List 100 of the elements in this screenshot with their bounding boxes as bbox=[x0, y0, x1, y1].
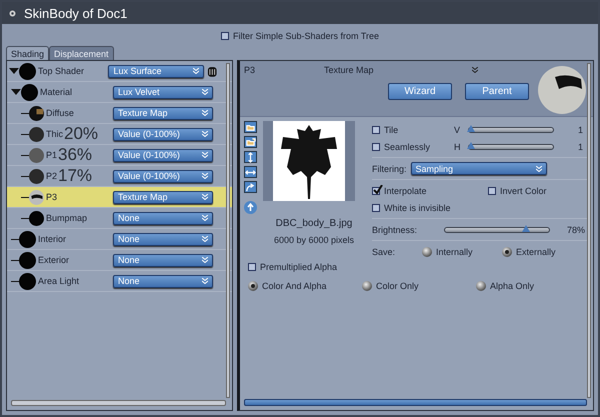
shader-dropdown[interactable]: Value (0-100%) bbox=[113, 170, 213, 182]
tiling-label: Seamlessly bbox=[384, 142, 432, 152]
save-radio[interactable] bbox=[502, 246, 512, 256]
channel-label: Color And Alpha bbox=[262, 280, 327, 290]
shader-row[interactable]: P1 36% Value (0-100%) bbox=[7, 145, 232, 166]
image-tool-icon[interactable] bbox=[244, 121, 257, 133]
value-overlay: 36% bbox=[58, 145, 92, 165]
option-label: Invert Color bbox=[500, 186, 547, 196]
window-title: SkinBody of Doc1 bbox=[24, 6, 128, 20]
shader-label: Material bbox=[40, 87, 72, 97]
save-radio[interactable] bbox=[422, 246, 432, 256]
tiling-value: 1 bbox=[578, 142, 583, 152]
shader-dropdown[interactable]: None bbox=[113, 212, 213, 224]
value-overlay: 20% bbox=[64, 124, 98, 144]
channel-radio[interactable] bbox=[476, 280, 486, 290]
chevron-down-icon bbox=[193, 68, 200, 74]
tab[interactable]: Shading bbox=[6, 46, 50, 60]
shader-row[interactable]: Bumpmap None bbox=[7, 208, 232, 229]
trash-icon[interactable] bbox=[207, 65, 218, 77]
filtering-dropdown[interactable]: Sampling bbox=[410, 162, 547, 175]
channel-label: Alpha Only bbox=[490, 280, 534, 290]
vertical-scrollbar[interactable] bbox=[226, 63, 230, 398]
tiling-label: Tile bbox=[384, 124, 400, 134]
chevron-down-icon bbox=[202, 236, 208, 242]
filter-checkbox[interactable] bbox=[220, 32, 229, 40]
arrow-up-icon[interactable] bbox=[244, 201, 257, 214]
shader-label: Diffuse bbox=[46, 108, 74, 118]
shader-sphere-icon bbox=[19, 230, 36, 248]
image-tool-icon[interactable] bbox=[244, 151, 257, 163]
shader-row[interactable]: Area Light None bbox=[7, 271, 232, 292]
shader-dropdown[interactable]: Texture Map bbox=[113, 190, 213, 204]
shader-label: P2 bbox=[46, 171, 58, 181]
image-filename: DBC_body_B.jpg bbox=[274, 218, 352, 229]
tab[interactable]: Displacement bbox=[49, 46, 114, 60]
axis-label: H bbox=[454, 142, 462, 152]
image-tool-icon[interactable] bbox=[244, 181, 257, 193]
vertical-scrollbar[interactable] bbox=[587, 63, 591, 398]
horizontal-scrollbar[interactable] bbox=[11, 400, 226, 406]
premultiplied-label: Premultiplied Alpha bbox=[260, 262, 338, 272]
shader-row[interactable]: Diffuse Texture Map bbox=[7, 103, 232, 124]
shader-sphere-icon bbox=[21, 84, 38, 100]
slider-thumb[interactable] bbox=[466, 142, 475, 148]
shader-dropdown[interactable]: Texture Map bbox=[113, 106, 213, 120]
shader-name: P3 bbox=[244, 65, 256, 75]
shader-label: Bumpmap bbox=[46, 213, 88, 223]
header-button[interactable]: Parent bbox=[465, 83, 529, 100]
option-checkbox[interactable] bbox=[372, 186, 380, 194]
horizontal-scrollbar[interactable] bbox=[244, 399, 587, 406]
shader-row[interactable]: Thic20% Value (0-100%) bbox=[7, 124, 232, 145]
axis-label: V bbox=[454, 124, 462, 134]
shader-dropdown[interactable]: Lux Surface bbox=[108, 64, 204, 78]
shader-dropdown[interactable]: Value (0-100%) bbox=[113, 148, 213, 162]
window-menu-icon[interactable] bbox=[9, 10, 16, 16]
shader-row[interactable]: Top Shader Lux Surface bbox=[7, 61, 232, 82]
option-checkbox[interactable] bbox=[488, 186, 496, 194]
chevron-down-icon bbox=[202, 173, 208, 179]
shader-sphere-icon bbox=[19, 272, 36, 290]
shader-row[interactable]: Material Lux Velvet bbox=[7, 82, 232, 103]
channel-radio[interactable] bbox=[362, 280, 372, 290]
header-button[interactable]: Wizard bbox=[388, 83, 452, 100]
chevron-down-icon bbox=[536, 166, 542, 172]
chevron-down-icon[interactable] bbox=[472, 67, 478, 73]
chevron-down-icon bbox=[202, 89, 208, 95]
image-tool-icon[interactable] bbox=[244, 136, 257, 148]
shader-sphere-icon bbox=[29, 210, 44, 226]
tiling-value: 1 bbox=[578, 124, 583, 134]
save-option-label: Externally bbox=[516, 246, 557, 256]
save-label: Save: bbox=[372, 246, 396, 256]
shader-sphere-icon bbox=[19, 252, 36, 268]
brightness-slider[interactable] bbox=[444, 226, 550, 232]
tiling-checkbox[interactable] bbox=[372, 142, 380, 150]
shader-sphere-icon bbox=[29, 190, 44, 204]
chevron-down-icon bbox=[202, 152, 208, 158]
shader-dropdown[interactable]: None bbox=[113, 274, 213, 288]
shader-sphere-icon bbox=[29, 106, 44, 120]
image-tool-icon[interactable] bbox=[244, 166, 257, 178]
shader-label: Interior bbox=[38, 234, 66, 244]
shader-dropdown[interactable]: None bbox=[113, 254, 213, 266]
channel-radio[interactable] bbox=[248, 280, 258, 290]
preview-sphere-icon bbox=[537, 65, 587, 115]
shader-row[interactable]: Exterior None bbox=[7, 250, 232, 271]
slider-thumb[interactable] bbox=[522, 224, 530, 232]
option-checkbox[interactable] bbox=[372, 204, 380, 212]
tiling-checkbox[interactable] bbox=[372, 126, 380, 134]
premultiplied-checkbox[interactable] bbox=[248, 262, 256, 270]
tiling-slider[interactable] bbox=[468, 126, 554, 132]
shader-row[interactable]: P3 Texture Map bbox=[7, 187, 232, 208]
shader-dropdown[interactable]: Lux Velvet bbox=[113, 86, 213, 98]
slider-thumb[interactable] bbox=[466, 124, 475, 132]
shader-row[interactable]: Interior None bbox=[7, 229, 232, 250]
filtering-label: Filtering: bbox=[372, 164, 407, 174]
shader-sphere-icon bbox=[29, 148, 44, 162]
shader-dropdown[interactable]: None bbox=[113, 232, 213, 246]
filter-label: Filter Simple Sub-Shaders from Tree bbox=[232, 31, 380, 41]
shader-label: Exterior bbox=[38, 255, 70, 265]
shader-label: P3 bbox=[46, 192, 58, 202]
tiling-slider[interactable] bbox=[468, 144, 554, 150]
shader-dropdown[interactable]: Value (0-100%) bbox=[113, 128, 213, 140]
option-label: White is invisible bbox=[384, 202, 451, 212]
chevron-down-icon bbox=[202, 131, 208, 137]
